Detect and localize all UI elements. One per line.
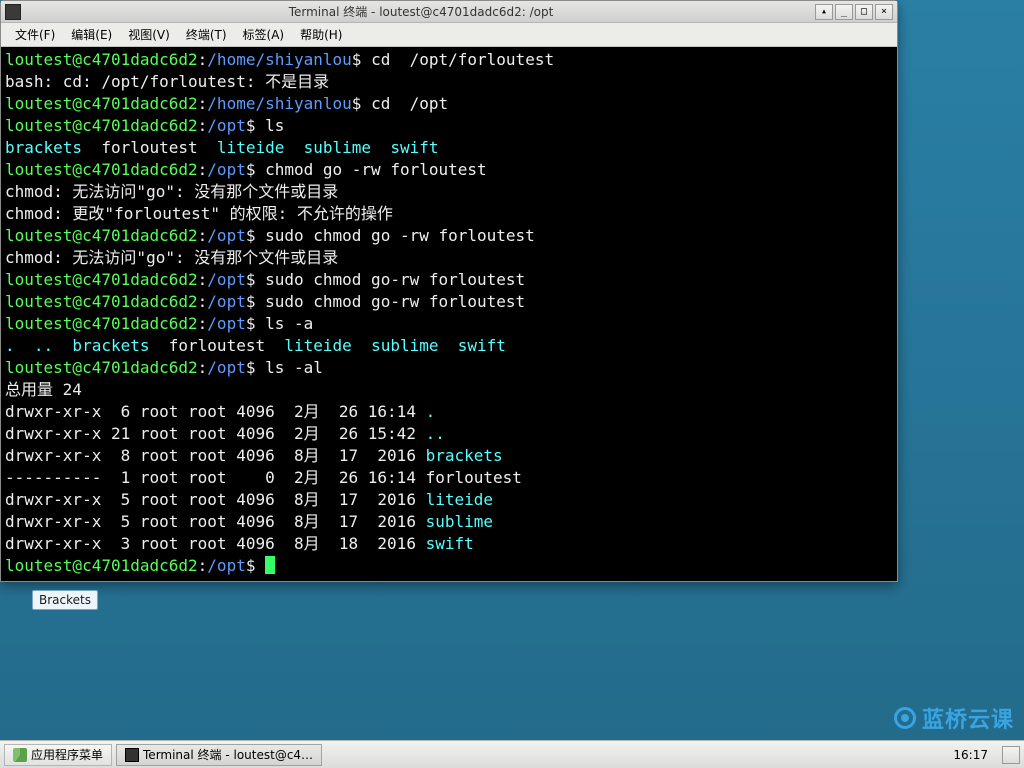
menu-help[interactable]: 帮助(H) — [292, 24, 350, 45]
terminal-task-icon — [125, 748, 139, 762]
task-terminal[interactable]: Terminal 终端 - loutest@c4… — [116, 744, 322, 766]
taskbar: 应用程序菜单 Terminal 终端 - loutest@c4… 16:17 — [0, 740, 1024, 768]
close-button[interactable]: × — [875, 4, 893, 20]
terminal-output[interactable]: loutest@c4701dadc6d2:/home/shiyanlou$ cd… — [1, 47, 897, 581]
start-menu-button[interactable]: 应用程序菜单 — [4, 744, 112, 766]
terminal-window: Terminal 终端 - loutest@c4701dadc6d2: /opt… — [0, 0, 898, 582]
minimize-button[interactable]: _ — [835, 4, 853, 20]
terminal-icon — [5, 4, 21, 20]
menu-file[interactable]: 文件(F) — [7, 24, 63, 45]
titlebar[interactable]: Terminal 终端 - loutest@c4701dadc6d2: /opt… — [1, 1, 897, 23]
tray-icon[interactable] — [1002, 746, 1020, 764]
watermark: 蓝桥云课 — [894, 702, 1014, 734]
watermark-icon — [894, 707, 916, 729]
rollup-button[interactable]: ▴ — [815, 4, 833, 20]
task-label: Terminal 终端 - loutest@c4… — [143, 746, 313, 763]
maximize-button[interactable]: □ — [855, 4, 873, 20]
menu-view[interactable]: 视图(V) — [120, 24, 178, 45]
clock[interactable]: 16:17 — [943, 748, 998, 762]
start-label: 应用程序菜单 — [31, 746, 103, 763]
desktop-icon-brackets[interactable]: Brackets — [32, 590, 98, 610]
watermark-text: 蓝桥云课 — [922, 702, 1014, 734]
desktop-icon-label: Brackets — [39, 593, 91, 607]
menu-terminal[interactable]: 终端(T) — [178, 24, 235, 45]
menu-edit[interactable]: 编辑(E) — [63, 24, 120, 45]
menu-tabs[interactable]: 标签(A) — [235, 24, 293, 45]
window-title: Terminal 终端 - loutest@c4701dadc6d2: /opt — [27, 3, 815, 20]
menubar: 文件(F) 编辑(E) 视图(V) 终端(T) 标签(A) 帮助(H) — [1, 23, 897, 47]
xfce-logo-icon — [13, 748, 27, 762]
